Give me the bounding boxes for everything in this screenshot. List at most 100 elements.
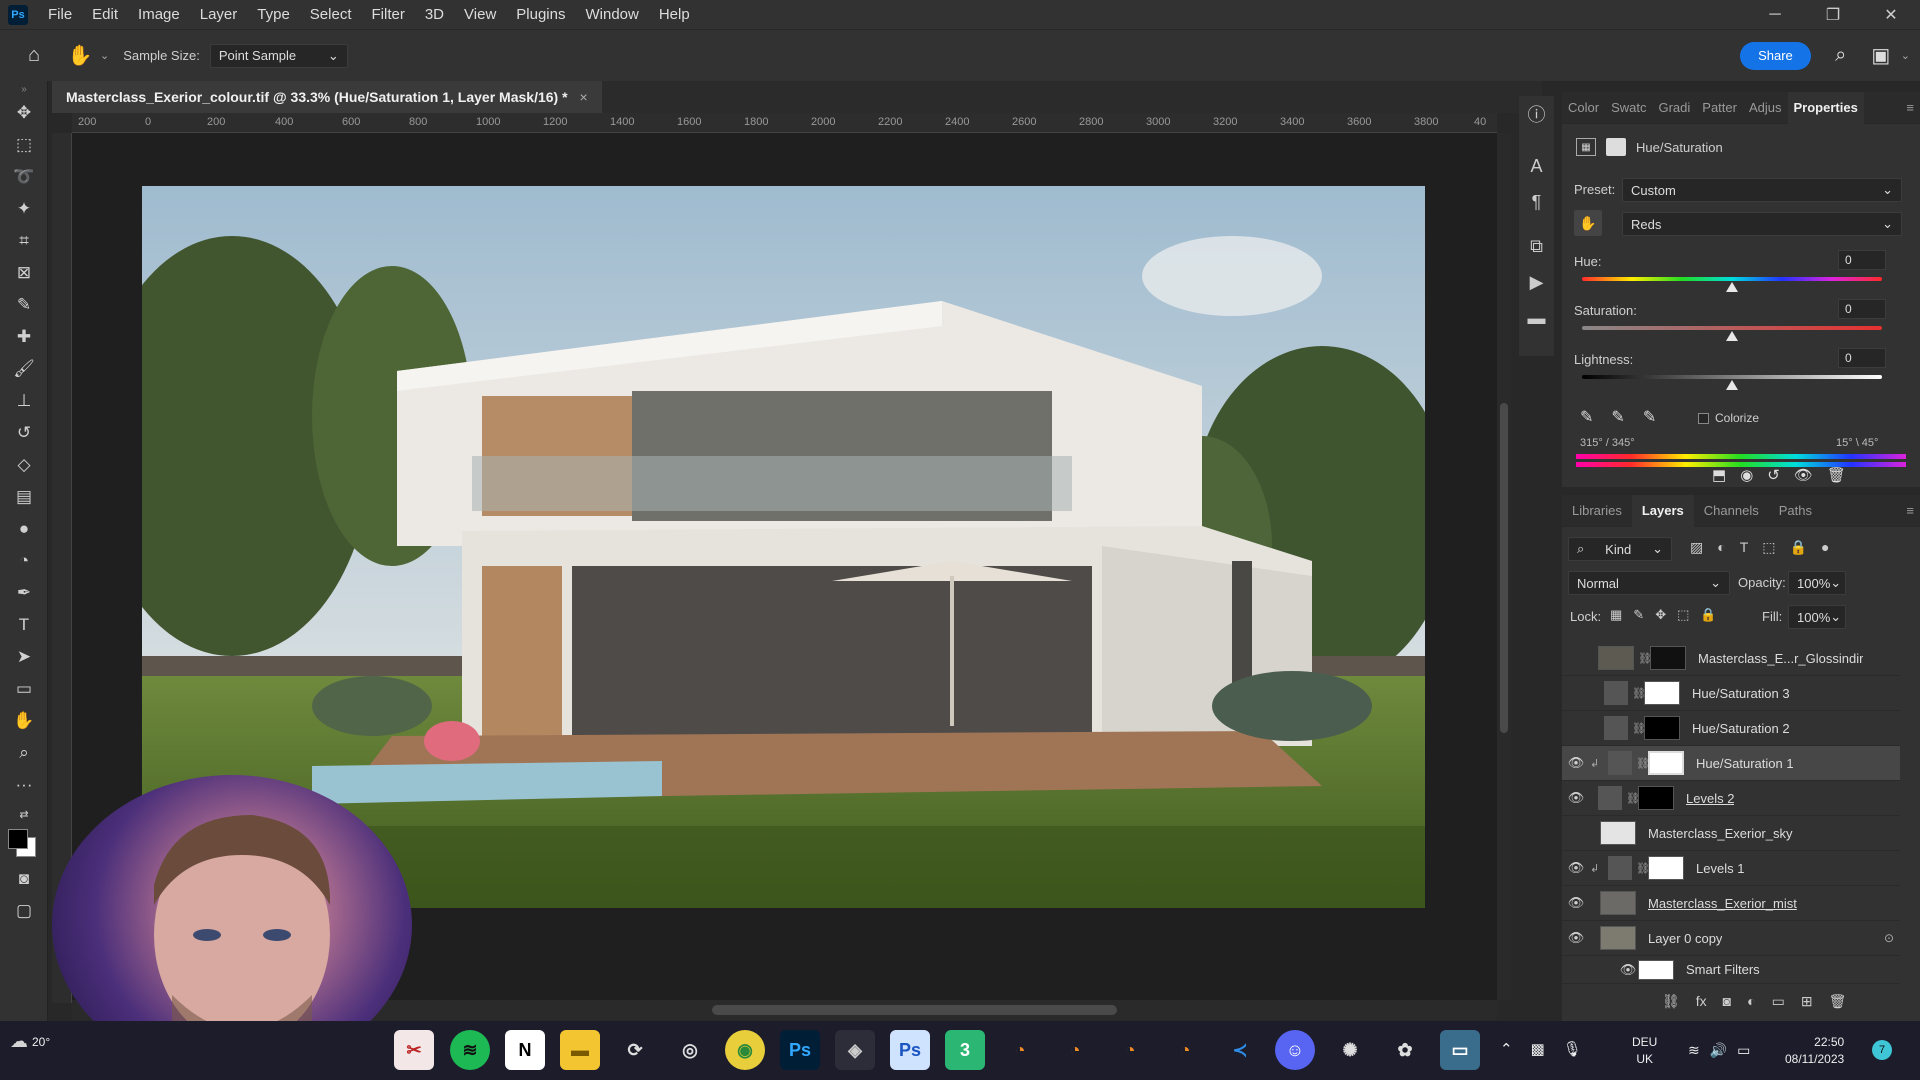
menu-plugins[interactable]: Plugins: [506, 6, 575, 23]
chevron-down-icon[interactable]: ⌄: [100, 49, 109, 62]
photoshop-logo[interactable]: Ps: [8, 4, 28, 25]
hue-input[interactable]: 0: [1838, 250, 1886, 270]
microphone-icon[interactable]: 🎙: [1563, 1040, 1582, 1058]
eyedropper-minus-icon[interactable]: ✎: [1643, 407, 1656, 427]
openai-icon[interactable]: ✺: [1330, 1030, 1370, 1070]
lasso-tool-icon[interactable]: ➰: [0, 161, 48, 193]
menu-3d[interactable]: 3D: [415, 6, 454, 23]
lightness-input[interactable]: 0: [1838, 348, 1886, 368]
layer-mask-thumbnail[interactable]: [1650, 646, 1686, 670]
comments-icon[interactable]: ▬: [1519, 300, 1554, 336]
clip-to-layer-icon[interactable]: ⬒: [1712, 466, 1726, 484]
home-icon[interactable]: ⌂: [14, 36, 54, 76]
lock-all-icon[interactable]: 🔒: [1700, 607, 1716, 623]
tab-properties[interactable]: Properties: [1787, 91, 1864, 124]
photoshop-taskbar-icon[interactable]: Ps: [780, 1030, 820, 1070]
visibility-toggle-icon[interactable]: 👁: [1562, 895, 1590, 911]
document-image[interactable]: [142, 186, 1425, 908]
menu-window[interactable]: Window: [575, 6, 648, 23]
move-tool-icon[interactable]: ✥: [0, 97, 48, 129]
delete-icon[interactable]: 🗑: [1827, 466, 1846, 484]
scroll-thumb[interactable]: [1500, 403, 1508, 733]
history-icon[interactable]: ⧉: [1519, 228, 1554, 264]
sample-size-select[interactable]: Point Sample ⌄: [209, 43, 348, 68]
blender-icon[interactable]: ◔: [1000, 1030, 1040, 1070]
type-tool-icon[interactable]: T: [0, 609, 48, 641]
window-app-icon[interactable]: ▭: [1440, 1030, 1480, 1070]
link-icon[interactable]: ⛓: [1636, 862, 1650, 875]
more-tools-icon[interactable]: ···: [0, 769, 48, 801]
layer-row[interactable]: ⛓ Masterclass_E...r_Glossindir: [1562, 641, 1900, 676]
scroll-thumb[interactable]: [712, 1005, 1117, 1015]
mask-icon[interactable]: [1606, 138, 1626, 156]
smart-object-icon[interactable]: ⊙: [1884, 931, 1894, 945]
hue-slider-handle[interactable]: [1726, 282, 1738, 292]
layer-filter-select[interactable]: ⌕ Kind ⌄: [1568, 537, 1672, 561]
tab-paths[interactable]: Paths: [1769, 495, 1822, 527]
share-button[interactable]: Share: [1740, 41, 1811, 70]
weather-widget[interactable]: ☁ 20°: [10, 1031, 50, 1052]
menu-image[interactable]: Image: [128, 6, 190, 23]
close-icon[interactable]: ✕: [1862, 0, 1920, 29]
layer-row-selected[interactable]: 👁 ↲ ⛓ Hue/Saturation 1: [1562, 746, 1900, 781]
swap-colors-icon[interactable]: ⇄: [0, 801, 48, 827]
chevron-down-icon[interactable]: ⌄: [1901, 49, 1910, 62]
add-mask-icon[interactable]: ◙: [1723, 993, 1731, 1010]
rectangle-tool-icon[interactable]: ▭: [0, 673, 48, 705]
vertical-scrollbar[interactable]: [1497, 133, 1511, 1000]
panel-menu-icon[interactable]: ≡: [1900, 92, 1920, 124]
menu-filter[interactable]: Filter: [362, 6, 415, 23]
fill-input[interactable]: 100% ⌄: [1788, 605, 1846, 629]
tab-layers[interactable]: Layers: [1631, 494, 1694, 527]
chrome-icon[interactable]: ◉: [725, 1030, 765, 1070]
link-icon[interactable]: ⛓: [1636, 757, 1650, 770]
colorize-option[interactable]: Colorize: [1698, 411, 1759, 425]
nvidia-icon[interactable]: ▩: [1531, 1040, 1545, 1058]
hue-slider-track[interactable]: [1582, 277, 1882, 281]
new-layer-icon[interactable]: ⊞: [1801, 993, 1813, 1010]
minimize-icon[interactable]: ─: [1746, 0, 1804, 29]
layer-row[interactable]: 👁 ↲ ⛓ Levels 1: [1562, 851, 1900, 886]
path-select-icon[interactable]: ➤: [0, 641, 48, 673]
frame-tool-icon[interactable]: ⊠: [0, 257, 48, 289]
restore-icon[interactable]: ❐: [1804, 0, 1862, 29]
obs-icon[interactable]: ◎: [670, 1030, 710, 1070]
menu-view[interactable]: View: [454, 6, 506, 23]
visibility-icon[interactable]: 👁: [1794, 466, 1813, 484]
lock-transparency-icon[interactable]: ▦: [1610, 607, 1622, 623]
battery-icon[interactable]: ▭: [1737, 1042, 1750, 1059]
layer-row[interactable]: ⛓ Hue/Saturation 2: [1562, 711, 1900, 746]
link-icon[interactable]: ⛓: [1632, 687, 1646, 700]
link-icon[interactable]: ⛓: [1626, 792, 1640, 805]
vscode-icon[interactable]: ≺: [1220, 1030, 1260, 1070]
gradient-tool-icon[interactable]: ▤: [0, 481, 48, 513]
app-3-icon[interactable]: 3: [945, 1030, 985, 1070]
clock[interactable]: 22:50 08/11/2023: [1785, 1034, 1844, 1068]
lock-pixels-icon[interactable]: ✎: [1633, 607, 1644, 623]
layer-row[interactable]: 👁 Layer 0 copy ⊙: [1562, 921, 1900, 956]
visibility-toggle-icon[interactable]: 👁: [1562, 790, 1590, 806]
color-swatches[interactable]: [0, 827, 48, 863]
link-layers-icon[interactable]: ⛓: [1662, 993, 1680, 1010]
history-brush-icon[interactable]: ↺: [0, 417, 48, 449]
menu-layer[interactable]: Layer: [190, 6, 248, 23]
blender-icon[interactable]: ◔: [1110, 1030, 1150, 1070]
fx-icon[interactable]: fx: [1696, 993, 1707, 1010]
photoshop-alt-icon[interactable]: Ps: [890, 1030, 930, 1070]
filter-type-icon[interactable]: T: [1740, 539, 1749, 556]
menu-select[interactable]: Select: [300, 6, 362, 23]
saturation-input[interactable]: 0: [1838, 299, 1886, 319]
lightness-slider-handle[interactable]: [1726, 380, 1738, 390]
foreground-color-swatch[interactable]: [8, 829, 28, 849]
colorize-checkbox[interactable]: [1698, 412, 1709, 424]
view-previous-icon[interactable]: ◉: [1740, 466, 1753, 484]
document-tab[interactable]: Masterclass_Exerior_colour.tif @ 33.3% (…: [52, 81, 602, 113]
sync-icon[interactable]: ⟳: [615, 1030, 655, 1070]
visibility-toggle-icon[interactable]: 👁: [1562, 930, 1590, 946]
panel-menu-icon[interactable]: ≡: [1900, 495, 1920, 527]
menu-file[interactable]: File: [38, 6, 82, 23]
notion-icon[interactable]: N: [505, 1030, 545, 1070]
lock-position-icon[interactable]: ✥: [1655, 607, 1666, 623]
saturation-slider-track[interactable]: [1582, 326, 1882, 330]
zoom-tool-icon[interactable]: ⌕: [0, 737, 48, 769]
